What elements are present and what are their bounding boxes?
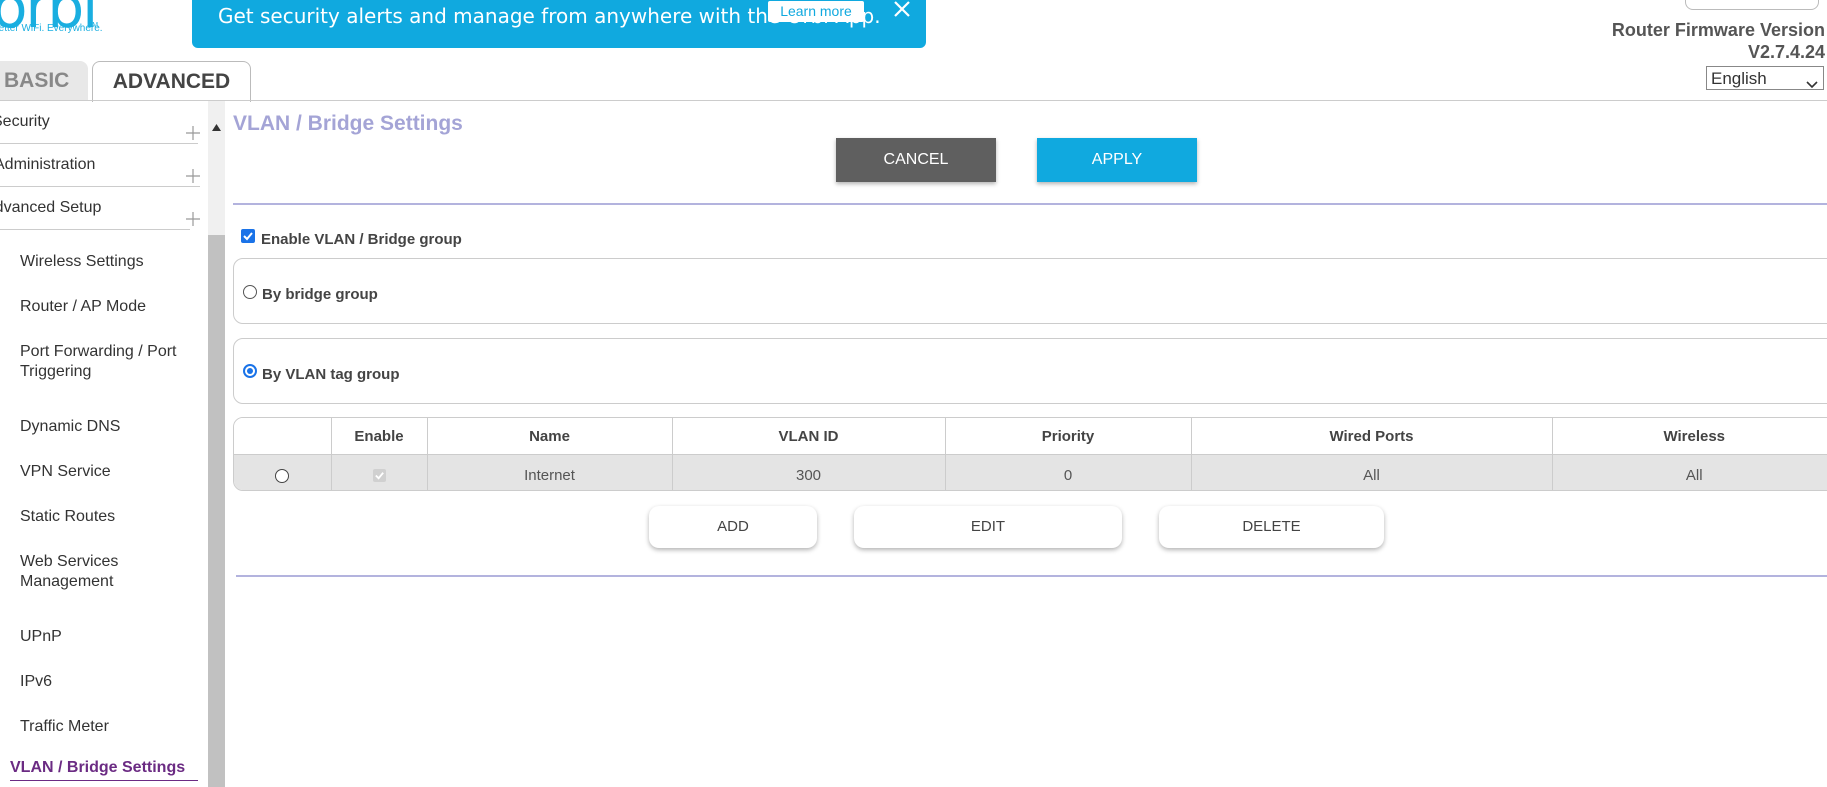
vlan-tag-group-box: By VLAN tag group [233,338,1827,404]
page-title: VLAN / Bridge Settings [233,112,463,135]
add-button[interactable]: ADD [649,506,817,548]
column-header-select [234,418,331,455]
edit-button[interactable]: EDIT [854,506,1122,548]
column-header-name: Name [426,418,672,455]
scroll-up-arrow-icon[interactable] [212,118,221,131]
firmware-version-label: Router Firmware Version [1611,20,1825,40]
row-vlan-id-cell: 300 [671,454,945,490]
row-select-cell [234,454,331,490]
sidebar-scrollbar[interactable] [208,101,225,787]
sidebar-section-security[interactable]: Security [0,101,200,144]
plus-icon [186,201,200,226]
section-divider-top [233,203,1827,205]
sidebar-section-label: Security [0,113,50,130]
header-divider [0,100,1827,101]
apply-button[interactable]: APPLY [1037,138,1197,182]
enable-vlan-bridge-label: Enable VLAN / Bridge group [261,231,462,248]
language-select[interactable]: English [1706,66,1824,90]
row-name-cell: Internet [426,454,672,490]
column-header-vlan-id: VLAN ID [671,418,945,455]
firmware-version-value: V2.7.4.24 [1747,42,1825,62]
sidebar-section-label: Administration [0,156,96,173]
tab-basic[interactable]: BASIC [0,61,88,101]
sidebar-item-dynamic-dns[interactable]: Dynamic DNS [20,417,190,437]
sidebar-item-ipv6[interactable]: IPv6 [20,672,190,692]
sidebar-item-wireless-settings[interactable]: Wireless Settings [20,252,190,272]
learn-more-button[interactable]: Learn more [768,1,864,22]
by-vlan-tag-group-label: By VLAN tag group [262,366,400,383]
section-divider-bottom [236,575,1827,577]
scrollbar-thumb[interactable] [208,235,225,787]
column-header-wired-ports: Wired Ports [1190,418,1552,455]
sidebar-item-vpn-service[interactable]: VPN Service [20,462,190,482]
plus-icon [186,115,200,140]
logo-tagline: Better WiFi. Everywhere. [0,23,103,34]
sidebar-nav: Security Administration Advanced Setup W… [0,101,208,787]
sidebar-item-vlan-bridge[interactable]: VLAN / Bridge Settings [10,758,198,781]
app-promo-banner: Get security alerts and manage from anyw… [192,0,926,48]
sidebar-item-traffic-meter[interactable]: Traffic Meter [20,717,190,737]
row-wireless-cell: All [1551,454,1827,490]
column-header-wireless: Wireless [1551,418,1827,455]
table-header-row: Enable Name VLAN ID Priority Wired Ports… [234,418,1827,455]
sidebar-section-administration[interactable]: Administration [0,144,200,187]
sidebar-item-router-ap-mode[interactable]: Router / AP Mode [20,297,190,317]
sidebar-item-port-forwarding[interactable]: Port Forwarding / Port Triggering [20,342,190,382]
sidebar-item-static-routes[interactable]: Static Routes [20,507,190,527]
row-select-radio[interactable] [275,468,290,483]
logout-button[interactable]: Logout [1685,0,1819,10]
orbi-logo: orbi TM Better WiFi. Everywhere. [0,0,103,36]
bridge-group-box: By bridge group [233,258,1827,324]
by-vlan-tag-group-radio[interactable] [243,364,257,378]
enable-vlan-bridge-checkbox[interactable] [241,229,255,243]
row-wired-ports-cell: All [1190,454,1552,490]
column-header-priority: Priority [944,418,1191,455]
row-enable-cell [330,454,427,490]
chevron-down-icon [1806,73,1818,89]
column-header-enable: Enable [330,418,427,455]
by-bridge-group-radio[interactable] [243,285,257,299]
table-row: Internet 300 0 All All [234,454,1827,490]
language-selected-value: English [1711,69,1767,88]
by-bridge-group-label: By bridge group [262,286,378,303]
row-enable-checkbox [372,469,386,483]
sidebar-item-upnp[interactable]: UPnP [20,627,190,647]
sidebar-section-advanced-setup[interactable]: Advanced Setup [0,187,200,230]
sidebar-item-web-services[interactable]: Web Services Management [20,552,150,592]
vlan-table: Enable Name VLAN ID Priority Wired Ports… [233,417,1827,491]
sidebar-section-label: Advanced Setup [0,199,102,216]
close-icon[interactable] [891,0,913,20]
tab-advanced[interactable]: ADVANCED [92,61,251,102]
logo-text: orbi [0,0,98,41]
cancel-button[interactable]: CANCEL [836,138,996,182]
delete-button[interactable]: DELETE [1159,506,1384,548]
row-priority-cell: 0 [944,454,1191,490]
plus-icon [186,158,200,183]
